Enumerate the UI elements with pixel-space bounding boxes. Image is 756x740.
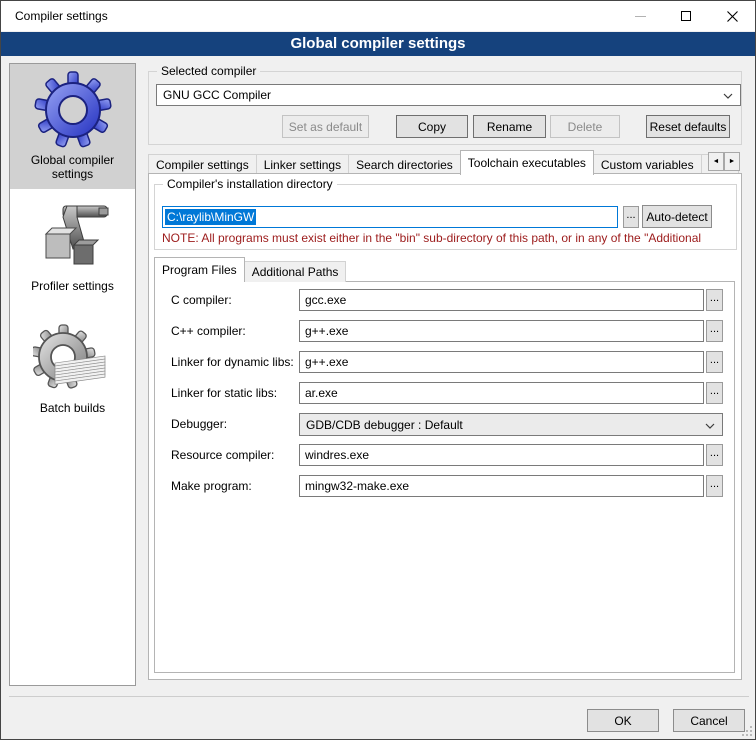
maximize-icon (681, 11, 691, 21)
compiler-settings-window: Compiler settings Global compiler settin… (0, 0, 756, 740)
c-compiler-browse-button[interactable]: ... (706, 289, 723, 311)
gear-blue-icon (33, 69, 113, 151)
tab-custom-variables[interactable]: Custom variables (593, 154, 702, 175)
sidebar-item-label: Profiler settings (10, 277, 135, 301)
gear-stack-icon (33, 323, 113, 399)
rename-button[interactable]: Rename (473, 115, 546, 138)
titlebar: Compiler settings (1, 1, 755, 31)
delete-button[interactable]: Delete (550, 115, 620, 138)
selected-compiler-group-label: Selected compiler (157, 64, 260, 78)
copy-button[interactable]: Copy (396, 115, 468, 138)
linker-for-static-libs-value: ar.exe (305, 386, 338, 400)
tab-scroll-right-icon: ► (729, 158, 736, 165)
sidebar-item-label: Global compiler settings (10, 151, 135, 189)
ok-button[interactable]: OK (587, 709, 659, 732)
tab-program-files[interactable]: Program Files (154, 257, 245, 282)
window-title: Compiler settings (15, 9, 108, 23)
make-program-input[interactable]: mingw32-make.exe (299, 475, 704, 497)
resource-compiler-browse-button[interactable]: ... (706, 444, 723, 466)
compiler-select[interactable]: GNU GCC Compiler (156, 84, 741, 106)
tab-additional-paths[interactable]: Additional Paths (244, 261, 347, 282)
chevron-down-icon (723, 93, 733, 99)
resource-compiler-value: windres.exe (305, 448, 369, 462)
set-as-default-button[interactable]: Set as default (282, 115, 369, 138)
installation-directory-input[interactable]: C:\raylib\MinGW (162, 206, 618, 228)
chevron-down-icon (705, 423, 715, 429)
c-compiler-input[interactable]: gcc.exe (299, 289, 704, 311)
compiler-select-value: GNU GCC Compiler (163, 88, 271, 102)
debugger-value: GDB/CDB debugger : Default (306, 418, 463, 432)
close-icon (727, 11, 738, 22)
cpp-compiler-browse-button[interactable]: ... (706, 320, 723, 342)
make-program-value: mingw32-make.exe (305, 479, 409, 493)
c-compiler-value: gcc.exe (305, 293, 346, 307)
caption-buttons (617, 1, 755, 31)
compiler-tabstrip: Compiler settings Linker settings Search… (148, 149, 738, 175)
page-title: Global compiler settings (1, 32, 755, 56)
resize-grip-icon[interactable] (742, 726, 752, 736)
linker-for-dynamic-libs-browse-button[interactable]: ... (706, 351, 723, 373)
cancel-button[interactable]: Cancel (673, 709, 745, 732)
tab-scroll-left-icon: ◄ (713, 158, 720, 165)
cpp-compiler-value: g++.exe (305, 324, 348, 338)
linker-for-static-libs-input[interactable]: ar.exe (299, 382, 704, 404)
installation-directory-group-label: Compiler's installation directory (163, 177, 337, 191)
debugger-select[interactable]: GDB/CDB debugger : Default (299, 413, 723, 436)
linker-for-dynamic-libs-value: g++.exe (305, 355, 348, 369)
tab-linker-settings[interactable]: Linker settings (256, 154, 349, 175)
bin-subdirectory-note: NOTE: All programs must exist either in … (162, 231, 735, 245)
installation-directory-browse-button[interactable]: ... (623, 206, 639, 228)
tab-search-directories[interactable]: Search directories (348, 154, 461, 175)
settings-category-list: Global compiler settings Profiler settin… (9, 63, 136, 686)
cpp-compiler-input[interactable]: g++.exe (299, 320, 704, 342)
close-button[interactable] (709, 1, 755, 31)
auto-detect-button[interactable]: Auto-detect (642, 205, 712, 228)
tab-scroll-right-button[interactable]: ► (724, 152, 740, 171)
tab-toolchain-executables[interactable]: Toolchain executables (460, 150, 594, 175)
sidebar-item-profiler-settings[interactable]: Profiler settings (10, 189, 135, 301)
sidebar-item-global-compiler-settings[interactable]: Global compiler settings (10, 64, 135, 189)
resource-compiler-input[interactable]: windres.exe (299, 444, 704, 466)
paths-tabstrip: Program Files Additional Paths (154, 259, 345, 282)
installation-directory-value: C:\raylib\MinGW (165, 209, 256, 225)
minimize-button[interactable] (617, 1, 663, 31)
tab-compiler-settings[interactable]: Compiler settings (148, 154, 257, 175)
minimize-icon (635, 16, 646, 17)
linker-for-dynamic-libs-input[interactable]: g++.exe (299, 351, 704, 373)
tab-scroll-left-button[interactable]: ◄ (708, 152, 724, 171)
caliper-icon (33, 197, 113, 277)
linker-for-static-libs-browse-button[interactable]: ... (706, 382, 723, 404)
sidebar-item-label: Batch builds (10, 399, 135, 423)
footer-divider (9, 696, 749, 697)
make-program-browse-button[interactable]: ... (706, 475, 723, 497)
sidebar-item-batch-builds[interactable]: Batch builds (10, 301, 135, 423)
maximize-button[interactable] (663, 1, 709, 31)
reset-defaults-button[interactable]: Reset defaults (646, 115, 730, 138)
